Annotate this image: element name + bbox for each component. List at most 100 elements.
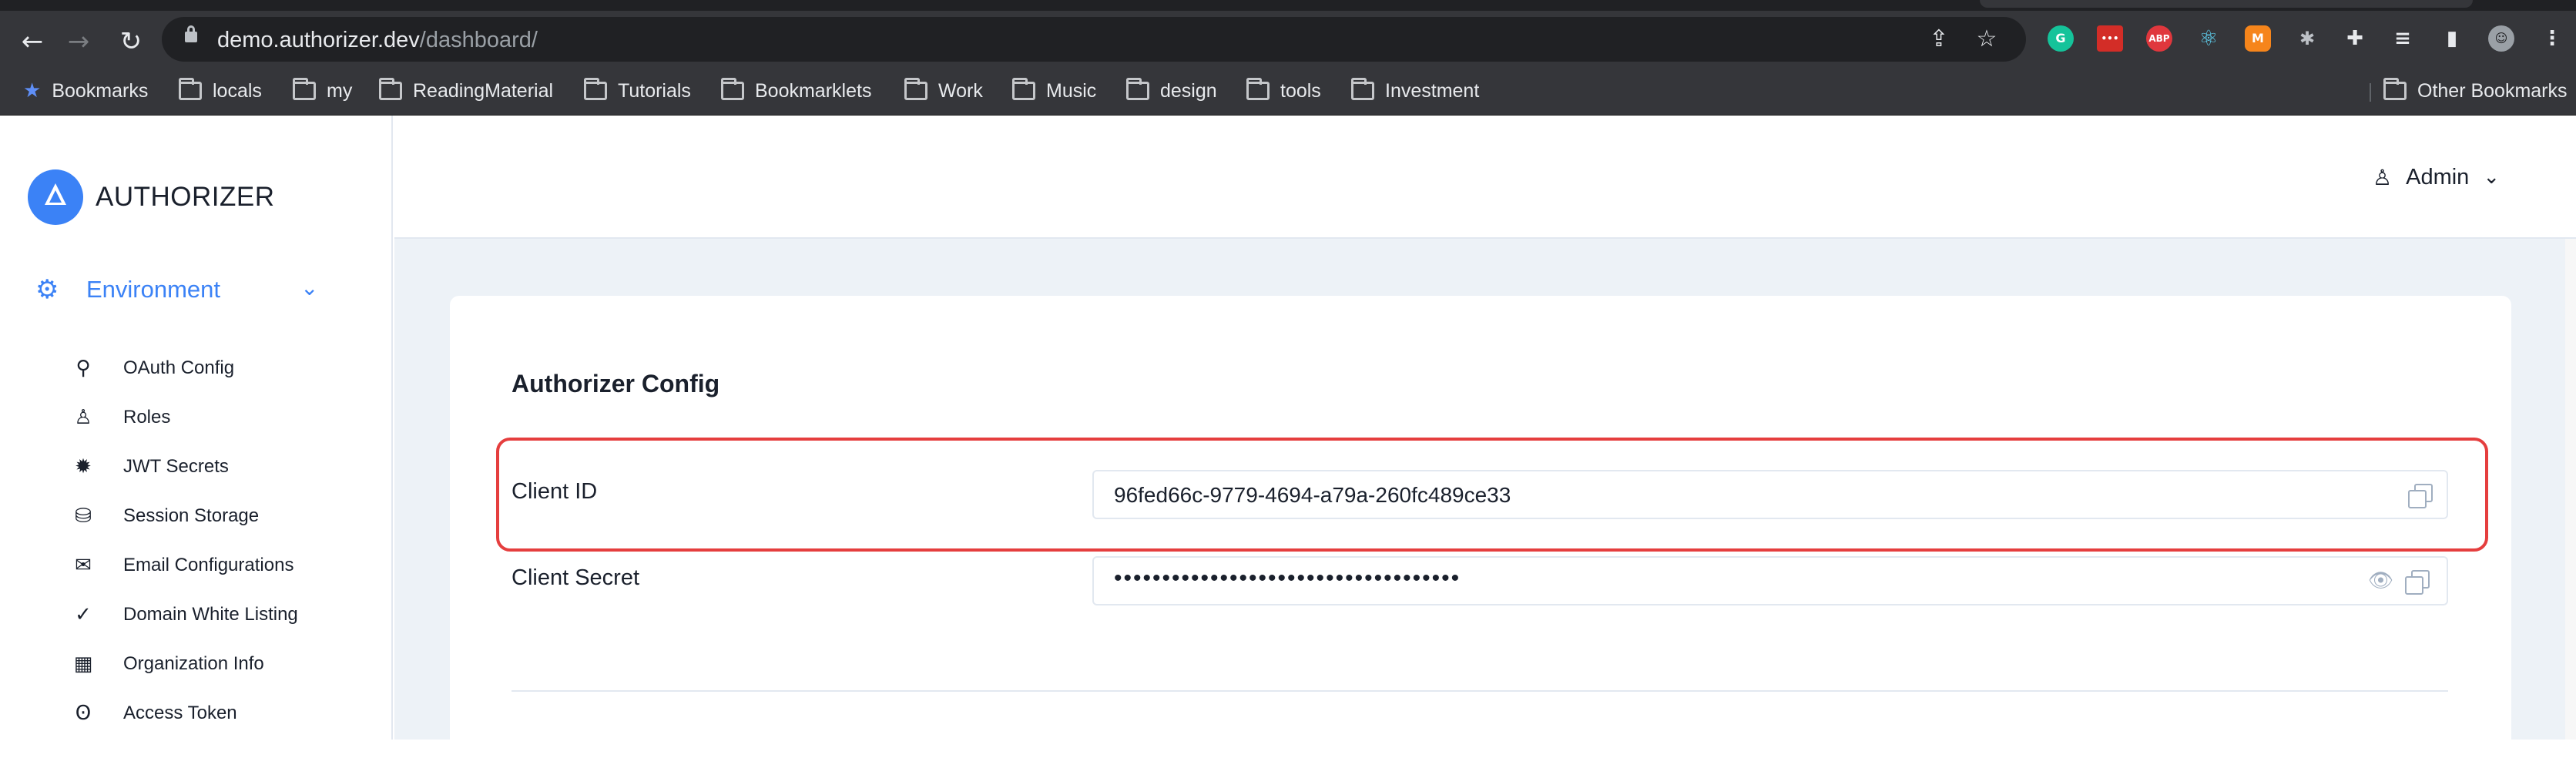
building-icon: ▦ — [73, 652, 93, 676]
bookmark-readingmaterial[interactable]: ReadingMaterial — [379, 74, 553, 108]
bookmark-locals[interactable]: locals — [179, 74, 262, 108]
folder-icon — [2383, 78, 2407, 100]
puzzle-icon[interactable]: ✚ — [2342, 25, 2368, 52]
user-icon: ♙ — [2373, 164, 2393, 190]
lock-icon[interactable] — [185, 25, 197, 42]
reading-list-icon[interactable]: ≡ — [2390, 25, 2416, 52]
url-text[interactable]: demo.authorizer.dev/dashboard/ — [217, 28, 538, 53]
folder-icon — [904, 78, 927, 100]
brand-name: AUTHORIZER — [96, 182, 275, 212]
eye-icon[interactable]: 👁 — [2368, 568, 2393, 593]
profile-avatar[interactable]: ☺ — [2488, 25, 2514, 52]
copy-icon[interactable] — [2405, 570, 2430, 595]
extension-bug-icon[interactable]: ✱ — [2294, 25, 2320, 52]
bookmark-label: Investment — [1385, 79, 1480, 102]
database-icon: ⛁ — [75, 505, 92, 528]
lock-open-icon: Ꙩ — [75, 702, 92, 725]
bookmark-label: Tutorials — [618, 79, 691, 102]
chevron-down-icon: ⌄ — [2483, 166, 2501, 189]
side-panel-icon[interactable]: ▮ — [2439, 25, 2465, 52]
active-tab[interactable] — [1980, 0, 2473, 8]
folder-icon — [179, 78, 202, 100]
folder-icon — [293, 78, 316, 100]
check-circle-icon: ✓ — [75, 603, 92, 626]
copy-icon[interactable] — [2408, 484, 2433, 508]
bookmark-label: Music — [1046, 79, 1097, 102]
client-id-label: Client ID — [512, 479, 598, 504]
lastpass-icon[interactable]: ••• — [2097, 25, 2123, 52]
bookmark-design[interactable]: design — [1126, 74, 1217, 108]
chevron-down-icon: ⌄ — [300, 275, 319, 300]
environment-menu[interactable]: ⚙ Environment ⌄ — [31, 270, 339, 310]
folder-icon — [721, 78, 744, 100]
navigation-bar: ← → ↻ demo.authorizer.dev/dashboard/ ⇪ ☆… — [0, 11, 2576, 66]
gear-burst-icon: ✹ — [75, 455, 92, 478]
bookmark-investment[interactable]: Investment — [1351, 74, 1479, 108]
forward-arrow-icon[interactable]: → — [63, 26, 94, 57]
client-secret-field[interactable]: •••••••••••••••••••••••••••••••••••• 👁 — [1092, 556, 2448, 605]
main-content: ♙ Admin ⌄ Authorizer Config Client ID 96… — [394, 116, 2576, 758]
bookmark-tutorials[interactable]: Tutorials — [584, 74, 691, 108]
bookmark-label: Work — [938, 79, 983, 102]
folder-icon — [1351, 78, 1374, 100]
sidebar-item-label: Organization Info — [123, 653, 264, 674]
sidebar-item-label: Roles — [123, 407, 171, 428]
back-arrow-icon[interactable]: ← — [17, 26, 48, 57]
tab-strip — [0, 0, 2576, 11]
star-icon: ★ — [23, 79, 42, 102]
client-id-value: 96fed66c-9779-4694-a79a-260fc489ce33 — [1114, 483, 1511, 507]
address-bar[interactable]: demo.authorizer.dev/dashboard/ ⇪ ☆ — [162, 17, 2026, 62]
sidebar-item-label: Session Storage — [123, 505, 260, 526]
bookmark-label: design — [1160, 79, 1217, 102]
bookmark-bookmarks[interactable]: ★ Bookmarks — [23, 74, 148, 108]
sidebar-item-label: Email Configurations — [123, 555, 294, 575]
client-secret-label: Client Secret — [512, 565, 640, 590]
menu-kebab-icon[interactable]: ⋮ — [2539, 25, 2565, 52]
share-icon[interactable]: ⇪ — [1926, 26, 1952, 52]
key-icon: ⚲ — [75, 357, 91, 380]
bookmark-label: Bookmarklets — [755, 79, 872, 102]
sidebar: AUTHORIZER ⚙ Environment ⌄ ⚲ OAuth Confi… — [0, 116, 393, 740]
bookmark-work[interactable]: Work — [904, 74, 983, 108]
bookmark-label: Bookmarks — [52, 79, 149, 102]
client-secret-value: •••••••••••••••••••••••••••••••••••• — [1114, 565, 1461, 591]
card-title: Authorizer Config — [512, 370, 720, 397]
folder-icon — [584, 78, 607, 100]
app: AUTHORIZER ⚙ Environment ⌄ ⚲ OAuth Confi… — [0, 116, 2576, 758]
user-icon: ♙ — [74, 406, 92, 429]
mail-icon: ✉ — [75, 554, 92, 577]
logo[interactable] — [28, 169, 83, 225]
browser-chrome: ← → ↻ demo.authorizer.dev/dashboard/ ⇪ ☆… — [0, 0, 2576, 116]
scrollbar[interactable] — [2565, 239, 2576, 740]
bookmark-my[interactable]: my — [293, 74, 352, 108]
bookmark-label: Other Bookmarks — [2417, 79, 2568, 102]
metamask-icon[interactable]: M — [2245, 25, 2271, 52]
adblock-plus-icon[interactable]: ABP — [2146, 25, 2172, 52]
bookmark-bookmarklets[interactable]: Bookmarklets — [721, 74, 871, 108]
gear-icon: ⚙ — [35, 274, 59, 305]
sidebar-item-label: Domain White Listing — [123, 604, 298, 625]
sidebar-item-label: OAuth Config — [123, 357, 235, 378]
bookmark-star-icon[interactable]: ☆ — [1974, 26, 2000, 52]
bookmark-other[interactable]: Other Bookmarks — [2383, 74, 2568, 108]
react-devtools-icon[interactable]: ⚛ — [2195, 25, 2222, 52]
bookmarks-bar: ★ Bookmarks locals my ReadingMaterial Tut… — [0, 66, 2576, 116]
folder-icon — [1126, 78, 1149, 100]
bookmark-label: ReadingMaterial — [413, 79, 554, 102]
reload-icon[interactable]: ↻ — [116, 26, 146, 57]
user-name: Admin — [2406, 164, 2470, 190]
top-header: ♙ Admin ⌄ — [394, 116, 2576, 239]
grammarly-icon[interactable]: G — [2048, 25, 2074, 52]
folder-icon — [1246, 78, 1270, 100]
client-id-field[interactable]: 96fed66c-9779-4694-a79a-260fc489ce33 — [1092, 470, 2448, 519]
section-divider — [512, 690, 2448, 692]
bookmark-tools[interactable]: tools — [1246, 74, 1321, 108]
bookmark-label: tools — [1280, 79, 1321, 102]
folder-icon — [379, 78, 402, 100]
environment-label: Environment — [86, 276, 221, 303]
user-menu[interactable]: ♙ Admin ⌄ — [2373, 160, 2500, 194]
sidebar-item-label: JWT Secrets — [123, 456, 229, 477]
bookmark-label: locals — [213, 79, 262, 102]
url-path: /dashboard/ — [419, 28, 538, 52]
bookmark-music[interactable]: Music — [1012, 74, 1096, 108]
